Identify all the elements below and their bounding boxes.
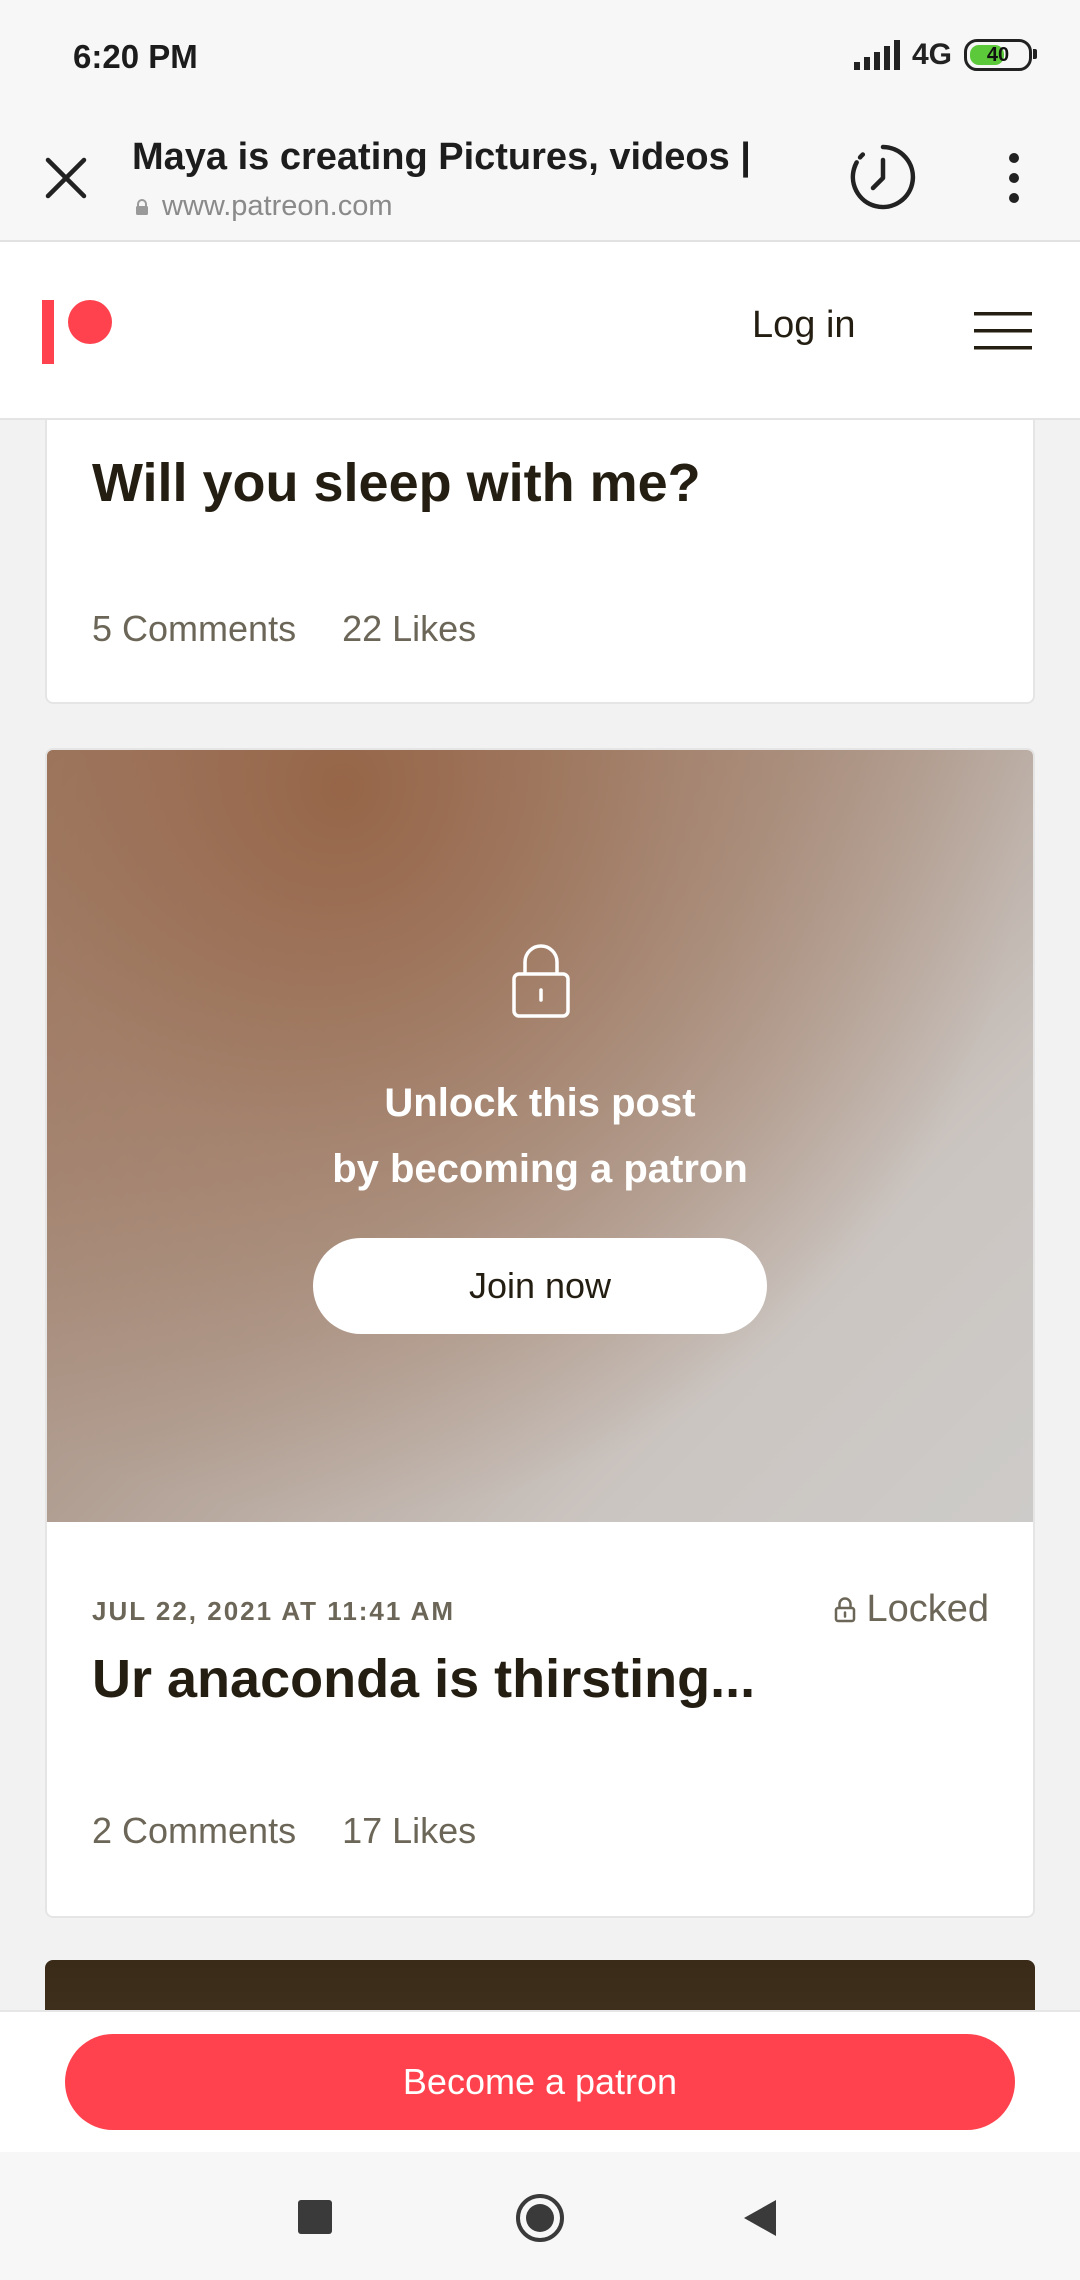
post-card[interactable]: Will you sleep with me? 5 Comments 22 Li… — [45, 420, 1035, 704]
page-title: Maya is creating Pictures, videos | — [132, 136, 751, 178]
lock-icon — [835, 1596, 856, 1622]
post-media — [45, 1960, 1035, 2010]
post-date: JUL 22, 2021 AT 11:41 AM — [92, 1596, 456, 1626]
post-title[interactable]: Will you sleep with me? — [92, 452, 701, 514]
likes-count: 22 Likes — [342, 608, 477, 649]
unlock-message: Unlock this post by becoming a patron — [47, 1070, 1033, 1202]
back-icon[interactable] — [740, 2196, 782, 2240]
home-icon[interactable] — [514, 2192, 566, 2244]
close-icon[interactable] — [40, 152, 92, 204]
system-nav-bar — [0, 2152, 1080, 2280]
post-stats: 2 Comments 17 Likes — [92, 1810, 476, 1852]
post-card-locked[interactable]: Unlock this post by becoming a patron Jo… — [45, 748, 1035, 1918]
post-stats: 5 Comments 22 Likes — [92, 608, 476, 650]
post-title[interactable]: Ur anaconda is thirsting... — [92, 1648, 755, 1710]
post-card-partial[interactable] — [45, 1960, 1035, 2010]
battery-icon: 40 — [964, 39, 1037, 71]
lock-icon — [136, 198, 148, 215]
url-display[interactable]: www.patreon.com — [134, 190, 393, 223]
padlock-icon — [512, 944, 570, 1018]
comments-count[interactable]: 2 Comments — [92, 1810, 296, 1852]
login-link[interactable]: Log in — [752, 304, 856, 347]
status-time: 6:20 PM — [73, 38, 198, 75]
browser-toolbar: Maya is creating Pictures, videos | www.… — [0, 118, 1080, 242]
unlock-line-2: by becoming a patron — [332, 1147, 748, 1191]
locked-media: Unlock this post by becoming a patron Jo… — [47, 750, 1033, 1522]
status-bar: 6:20 PM 4G 40 — [0, 0, 1080, 118]
site-header: Log in — [0, 242, 1080, 420]
status-icons: 4G 40 — [853, 38, 1037, 72]
become-patron-button[interactable]: Become a patron — [65, 2034, 1015, 2130]
locked-badge: Locked — [834, 1588, 989, 1631]
comments-count[interactable]: 5 Comments — [92, 608, 296, 650]
locked-label: Locked — [866, 1588, 989, 1630]
patreon-logo-icon[interactable] — [42, 298, 122, 366]
network-type: 4G — [911, 38, 952, 71]
recents-icon[interactable] — [298, 2200, 332, 2234]
page-url: www.patreon.com — [162, 190, 393, 222]
post-feed: Will you sleep with me? 5 Comments 22 Li… — [0, 420, 1080, 2010]
likes-count: 17 Likes — [342, 1810, 477, 1851]
more-options-icon[interactable] — [996, 148, 1032, 208]
battery-level: 40 — [986, 43, 1010, 66]
signal-icon — [853, 40, 900, 70]
join-now-button[interactable]: Join now — [313, 1238, 767, 1334]
history-icon[interactable] — [846, 140, 920, 214]
unlock-line-1: Unlock this post — [384, 1081, 696, 1125]
hamburger-menu-icon[interactable] — [974, 310, 1032, 352]
bottom-cta-bar: Become a patron — [0, 2010, 1080, 2154]
